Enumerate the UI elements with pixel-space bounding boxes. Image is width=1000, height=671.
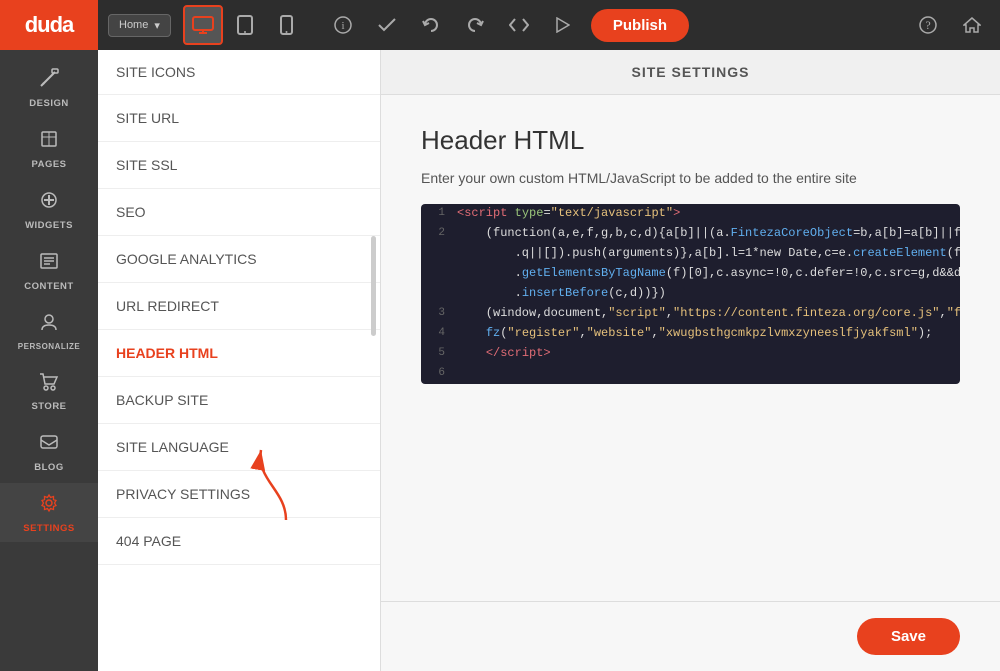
settings-nav-privacy-settings[interactable]: PRIVACY SETTINGS [98, 471, 380, 518]
settings-sidebar: SITE ICONS ☞ SITE URL SITE SSL SEO GOOGL… [98, 50, 381, 671]
code-editor-button[interactable] [499, 5, 539, 45]
sidebar-item-settings[interactable]: SETTINGS [0, 483, 98, 542]
topbar-right: ? [908, 5, 992, 45]
save-button[interactable]: Save [857, 618, 960, 655]
sidebar-item-store[interactable]: STORE [0, 361, 98, 420]
settings-icon [39, 493, 59, 519]
sidebar-item-pages[interactable]: PAGES [0, 119, 98, 178]
settings-nav-url-redirect[interactable]: URL REDIRECT [98, 283, 380, 330]
settings-nav-google-analytics[interactable]: GOOGLE ANALYTICS [98, 236, 380, 283]
sidebar-item-label-content: CONTENT [24, 281, 73, 292]
undo-button[interactable] [411, 5, 451, 45]
page-selector[interactable]: Home ▾ [108, 14, 171, 37]
settings-nav-backup-site[interactable]: BACKUP SITE [98, 377, 380, 424]
svg-text:?: ? [925, 18, 930, 32]
publish-button[interactable]: Publish [591, 9, 689, 42]
logo[interactable]: duda [0, 0, 98, 50]
page-name: Home [119, 19, 148, 31]
mobile-view-button[interactable] [267, 5, 307, 45]
sidebar-scrollbar[interactable] [371, 236, 376, 336]
code-line-2: 2 (function(a,e,f,g,b,c,d){a[b]||(a.Fint… [421, 224, 960, 244]
save-button-container: Save [381, 601, 1000, 671]
page-title: Header HTML [421, 125, 960, 156]
content-icon [39, 251, 59, 277]
code-line-6: 6 [421, 364, 960, 384]
site-icons-label: SITE ICONS [116, 64, 195, 80]
code-line-5: 5 </script> [421, 344, 960, 364]
site-settings-header: SITE SETTINGS [381, 50, 1000, 95]
code-line-3: 3 (window,document,"script","https://con… [421, 304, 960, 324]
sidebar-item-widgets[interactable]: WIDGETS [0, 180, 98, 239]
pages-icon [39, 129, 59, 155]
sidebar-item-blog[interactable]: BLOG [0, 422, 98, 481]
sidebar-item-label-store: STORE [31, 401, 66, 412]
settings-nav-header-html[interactable]: HEADER HTML [98, 330, 380, 377]
sidebar-item-label-pages: PAGES [31, 159, 66, 170]
desktop-view-button[interactable] [183, 5, 223, 45]
device-icons [183, 5, 307, 45]
code-line-4: 4 fz("register","website","xwugbsthgcmkp… [421, 324, 960, 344]
main-area: DESIGN PAGES WIDGETS CONTENT PERSONALIZE [0, 50, 1000, 671]
settings-nav-site-ssl[interactable]: SITE SSL [98, 142, 380, 189]
code-line-2a: .q||[]).push(arguments)},a[b].l=1*new Da… [421, 244, 960, 264]
sidebar-item-label-blog: BLOG [34, 462, 63, 473]
sidebar-item-label-personalize: PERSONALIZE [18, 342, 80, 351]
tablet-view-button[interactable] [225, 5, 265, 45]
preview-button[interactable] [543, 5, 583, 45]
widgets-icon [39, 190, 59, 216]
help-button[interactable]: ? [908, 5, 948, 45]
home-button[interactable] [952, 5, 992, 45]
store-icon [39, 371, 59, 397]
svg-text:i: i [341, 20, 344, 32]
code-line-2c: .insertBefore(c,d))}) [421, 284, 960, 304]
sidebar-item-label-design: DESIGN [29, 98, 68, 109]
design-icon [39, 68, 59, 94]
personalize-icon [39, 312, 59, 338]
page-description: Enter your own custom HTML/JavaScript to… [421, 170, 960, 186]
code-editor[interactable]: 1 <script type="text/javascript"> 2 (fun… [421, 204, 960, 384]
settings-nav-seo[interactable]: SEO [98, 189, 380, 236]
left-sidebar: DESIGN PAGES WIDGETS CONTENT PERSONALIZE [0, 50, 98, 671]
code-line-2b: .getElementsByTagName(f)[0],c.async=!0,c… [421, 264, 960, 284]
chevron-down-icon: ▾ [154, 19, 160, 32]
sidebar-item-design[interactable]: DESIGN [0, 58, 98, 117]
settings-nav-site-icons[interactable]: SITE ICONS ☞ [98, 50, 380, 95]
content-area: SITE SETTINGS Header HTML Enter your own… [381, 50, 1000, 671]
settings-nav-404-page[interactable]: 404 PAGE [98, 518, 380, 565]
info-button[interactable]: i [323, 5, 363, 45]
content-inner: Header HTML Enter your own custom HTML/J… [381, 95, 1000, 601]
cursor-overlay: ☞ [256, 50, 278, 58]
blog-icon [39, 432, 59, 458]
redo-button[interactable] [455, 5, 495, 45]
settings-nav-site-language[interactable]: SITE LANGUAGE [98, 424, 380, 471]
check-button[interactable] [367, 5, 407, 45]
sidebar-item-label-settings: SETTINGS [23, 523, 75, 534]
center-toolbar: i [323, 5, 583, 45]
sidebar-item-label-widgets: WIDGETS [25, 220, 73, 231]
code-line-1: 1 <script type="text/javascript"> [421, 204, 960, 224]
sidebar-item-content[interactable]: CONTENT [0, 241, 98, 300]
settings-nav-site-url[interactable]: SITE URL [98, 95, 380, 142]
topbar: duda Home ▾ i Publis [0, 0, 1000, 50]
sidebar-item-personalize[interactable]: PERSONALIZE [0, 302, 98, 359]
